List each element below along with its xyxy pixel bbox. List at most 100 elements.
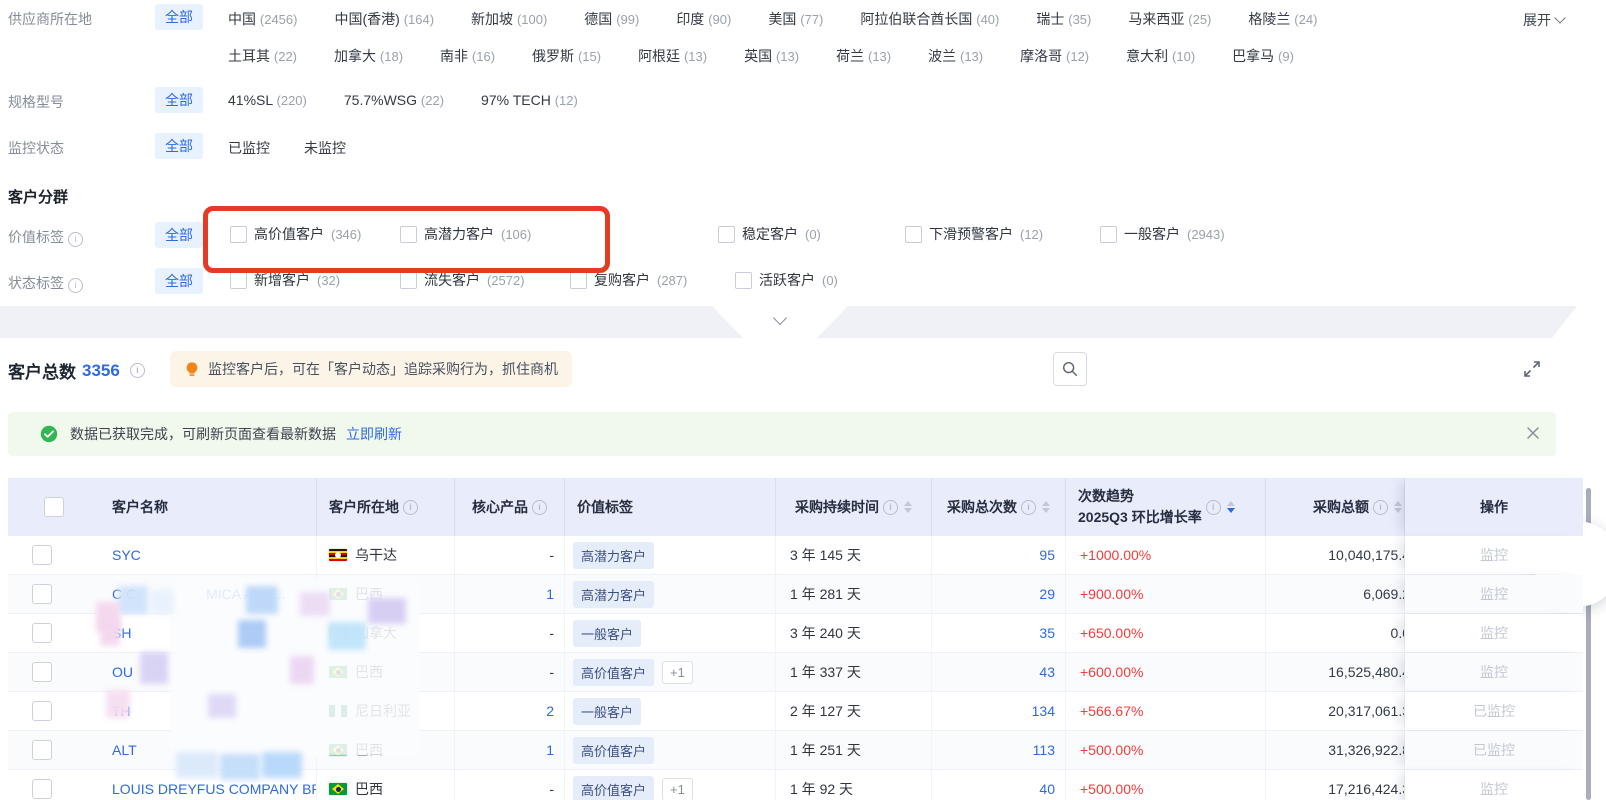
monitor-action[interactable]: 监控 (1480, 584, 1508, 604)
info-circle-icon[interactable]: i (130, 363, 145, 378)
purchase-count-link[interactable]: 35 (1039, 625, 1055, 641)
customer-name-link[interactable]: ALT (112, 742, 137, 758)
sort-arrows-icon[interactable] (904, 501, 912, 513)
monitor-action[interactable]: 监控 (1480, 623, 1508, 643)
core-product-link[interactable]: 1 (546, 586, 554, 602)
checkbox-filter-option[interactable]: 一般客户(2943) (1100, 224, 1225, 244)
sort-arrows-icon[interactable] (1394, 501, 1402, 513)
monitor-action[interactable]: 监控 (1480, 662, 1508, 682)
filter-option[interactable]: 意大利 (10) (1126, 46, 1195, 66)
filter-option[interactable]: 摩洛哥 (12) (1020, 46, 1089, 66)
sort-arrows-icon[interactable] (1227, 501, 1235, 513)
close-icon[interactable] (1526, 426, 1540, 440)
checkbox[interactable] (230, 226, 247, 243)
customer-name-link[interactable]: C C (112, 586, 136, 602)
checkbox[interactable] (570, 272, 587, 289)
purchase-count-link[interactable]: 95 (1039, 547, 1055, 563)
checkbox[interactable] (1100, 226, 1117, 243)
filter-option[interactable]: 印度 (90) (676, 9, 731, 29)
filter-option[interactable]: 波兰 (13) (928, 46, 983, 66)
monitor-status-all-chip[interactable]: 全部 (155, 133, 203, 159)
row-checkbox[interactable] (32, 701, 52, 721)
filter-option[interactable]: 新加坡 (100) (471, 9, 547, 29)
select-all-checkbox[interactable] (44, 497, 64, 517)
checkbox-filter-option[interactable]: 流失客户(2572) (400, 270, 525, 290)
filter-option[interactable]: 中国(香港) (164) (334, 9, 434, 29)
filter-option[interactable]: 荷兰 (13) (836, 46, 891, 66)
collapse-filters-button[interactable] (712, 306, 848, 338)
row-checkbox[interactable] (32, 662, 52, 682)
filter-option[interactable]: 阿根廷 (13) (638, 46, 707, 66)
filter-option[interactable]: 加拿大 (18) (334, 46, 403, 66)
customer-name-link[interactable]: MICA AME... (206, 586, 285, 602)
core-product-link[interactable]: 2 (546, 703, 554, 719)
row-checkbox[interactable] (32, 623, 52, 643)
info-circle-icon[interactable]: i (68, 278, 83, 293)
customer-name-link[interactable]: LOUIS DREYFUS COMPANY BRASIL... (112, 781, 317, 797)
customer-name-link[interactable]: SYC (112, 547, 141, 563)
filter-option[interactable]: 阿拉伯联合酋长国 (40) (860, 9, 999, 29)
checkbox-filter-option[interactable]: 新增客户(32) (230, 270, 340, 290)
filter-option[interactable]: 英国 (13) (744, 46, 799, 66)
filter-option[interactable]: 中国 (2456) (228, 9, 297, 29)
supplier-location-all-chip[interactable]: 全部 (155, 4, 203, 30)
customer-name-link[interactable]: OU (112, 664, 133, 680)
checkbox[interactable] (230, 272, 247, 289)
filter-option[interactable]: 格陵兰 (24) (1248, 9, 1317, 29)
filter-option[interactable]: 75.7%WSG (22) (344, 92, 444, 108)
search-button[interactable] (1053, 352, 1087, 386)
checkbox-filter-option[interactable]: 复购客户(287) (570, 270, 687, 290)
row-checkbox[interactable] (32, 779, 52, 799)
strip-corner (1552, 306, 1606, 338)
filter-option[interactable]: 土耳其 (22) (228, 46, 297, 66)
filter-option[interactable]: 巴拿马 (9) (1232, 46, 1294, 66)
value-tag-all-chip[interactable]: 全部 (155, 222, 203, 248)
filter-option[interactable]: 美国 (77) (768, 9, 823, 29)
filter-option[interactable]: 41%SL (220) (228, 92, 307, 108)
checkbox-filter-option[interactable]: 稳定客户(0) (718, 224, 821, 244)
checkbox[interactable] (735, 272, 752, 289)
status-tag-all-chip[interactable]: 全部 (155, 268, 203, 294)
checkbox[interactable] (905, 226, 922, 243)
fullscreen-button[interactable] (1522, 359, 1542, 379)
expand-toggle[interactable]: 展开 (1523, 10, 1564, 30)
checkbox-filter-option[interactable]: 高潜力客户(106) (400, 224, 531, 244)
monitor-action[interactable]: 监控 (1480, 779, 1508, 799)
checkbox[interactable] (400, 226, 417, 243)
filter-option[interactable]: 德国 (99) (584, 9, 639, 29)
column-header[interactable]: 采购持续时间i (776, 478, 932, 536)
row-checkbox[interactable] (32, 545, 52, 565)
filter-option[interactable]: 俄罗斯 (15) (532, 46, 601, 66)
column-header[interactable]: 采购总次数i (932, 478, 1066, 536)
refresh-now-link[interactable]: 立即刷新 (346, 424, 402, 444)
filter-option[interactable]: 南非 (16) (440, 46, 495, 66)
info-circle-icon[interactable]: i (68, 232, 83, 247)
customer-name-link[interactable]: SH (112, 625, 131, 641)
purchase-count-link[interactable]: 40 (1039, 781, 1055, 797)
row-checkbox[interactable] (32, 584, 52, 604)
monitor-action[interactable]: 监控 (1480, 545, 1508, 565)
spec-model-all-chip[interactable]: 全部 (155, 87, 203, 113)
purchase-count-link[interactable]: 134 (1032, 703, 1055, 719)
checkbox[interactable] (400, 272, 417, 289)
filter-option[interactable]: 瑞士 (35) (1036, 9, 1091, 29)
filter-option[interactable]: 已监控 (228, 138, 270, 158)
country-name: 巴西 (355, 662, 383, 682)
filter-option[interactable]: 马来西亚 (25) (1128, 9, 1211, 29)
purchase-count-link[interactable]: 29 (1039, 586, 1055, 602)
checkbox-filter-option[interactable]: 活跃客户(0) (735, 270, 838, 290)
filter-option[interactable]: 未监控 (304, 138, 346, 158)
filter-option[interactable]: 97% TECH (12) (481, 92, 578, 108)
core-product-link[interactable]: 1 (546, 742, 554, 758)
column-header[interactable]: 采购总额i (1266, 478, 1405, 536)
purchase-count-link[interactable]: 43 (1039, 664, 1055, 680)
trend-value: +600.00% (1080, 664, 1143, 680)
checkbox-filter-option[interactable]: 下滑预警客户(12) (905, 224, 1043, 244)
checkbox[interactable] (718, 226, 735, 243)
row-checkbox[interactable] (32, 740, 52, 760)
customer-name-link[interactable]: TH (112, 703, 131, 719)
sort-arrows-icon[interactable] (1042, 501, 1050, 513)
checkbox-filter-option[interactable]: 高价值客户(346) (230, 224, 361, 244)
purchase-count-link[interactable]: 113 (1033, 742, 1055, 758)
column-header-trend[interactable]: 次数趋势2025Q3 环比增长率i (1066, 478, 1266, 536)
